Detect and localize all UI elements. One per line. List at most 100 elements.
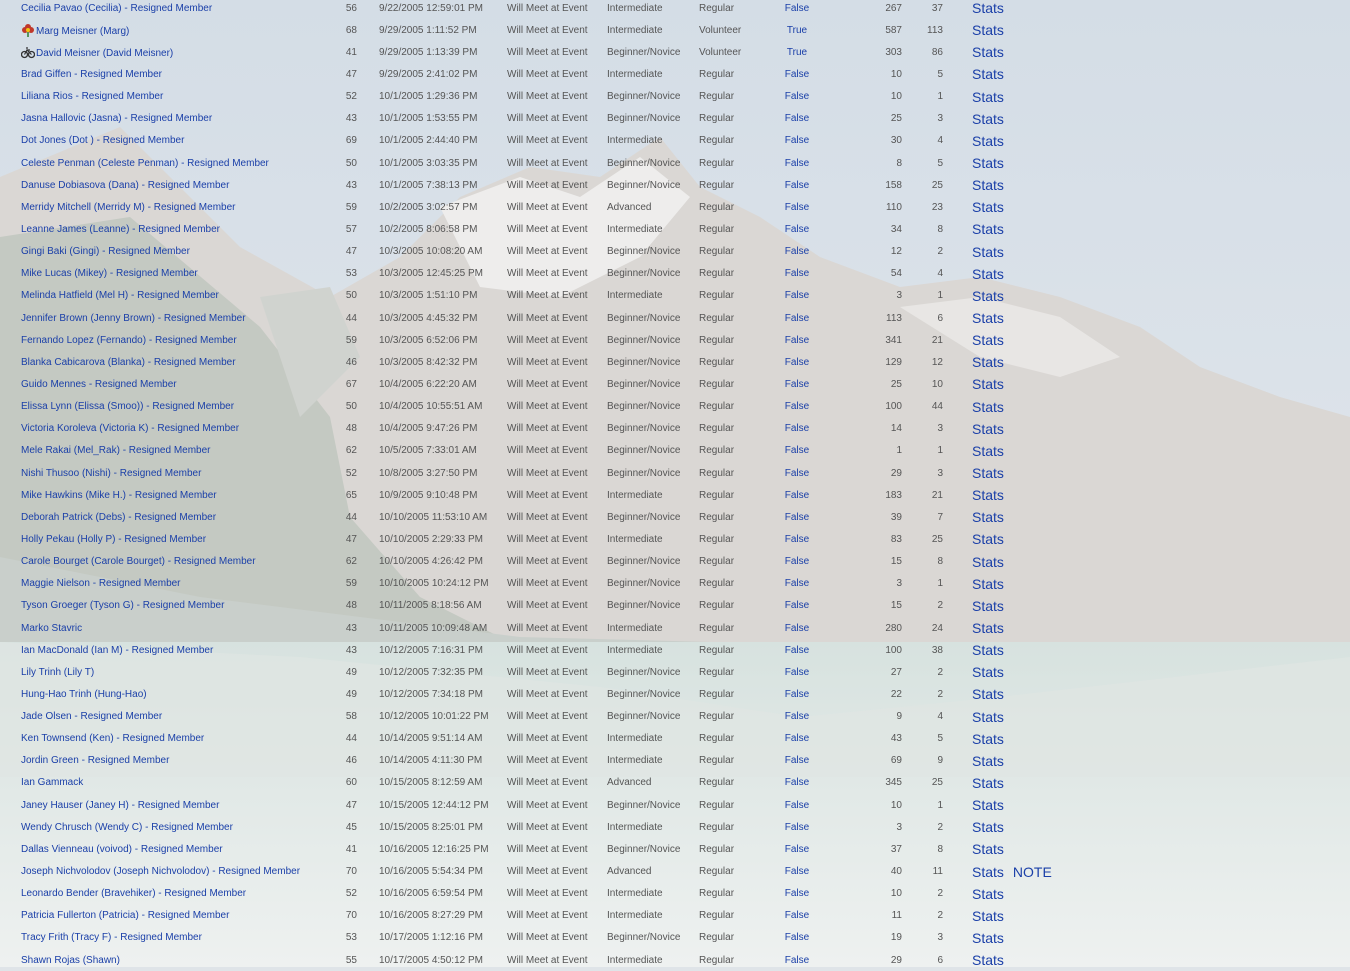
member-name-link[interactable]: Lily Trinh (Lily T): [21, 667, 94, 678]
member-name-link[interactable]: Jennifer Brown (Jenny Brown) - Resigned …: [21, 313, 246, 324]
stats-link[interactable]: Stats: [972, 952, 1004, 968]
member-name-link[interactable]: Victoria Koroleva (Victoria K) - Resigne…: [21, 423, 239, 434]
stats-link[interactable]: Stats: [972, 266, 1004, 282]
stats-link[interactable]: Stats: [972, 443, 1004, 459]
member-name-link[interactable]: Joseph Nichvolodov (Joseph Nichvolodov) …: [21, 866, 300, 877]
stats-link[interactable]: Stats: [972, 244, 1004, 260]
stats-link[interactable]: Stats: [972, 310, 1004, 326]
stats-link[interactable]: Stats: [972, 288, 1004, 304]
member-name-link[interactable]: Celeste Penman (Celeste Penman) - Resign…: [21, 158, 269, 169]
level-cell: Intermediate: [607, 489, 663, 501]
member-name-link[interactable]: Dallas Vienneau (voivod) - Resigned Memb…: [21, 844, 223, 855]
member-name-link[interactable]: Elissa Lynn (Elissa (Smoo)) - Resigned M…: [21, 401, 234, 412]
stats-link[interactable]: Stats: [972, 199, 1004, 215]
member-name-cell: Janey Hauser (Janey H) - Resigned Member: [0, 794, 323, 816]
status-cell: Regular: [699, 666, 735, 678]
member-name-link[interactable]: Shawn Rojas (Shawn): [21, 955, 120, 966]
member-name-link[interactable]: Mele Rakai (Mel_Rak) - Resigned Member: [21, 445, 211, 456]
member-name-link[interactable]: Tyson Groeger (Tyson G) - Resigned Membe…: [21, 600, 224, 611]
meet-cell: Will Meet at Event: [507, 843, 588, 855]
stats-link[interactable]: Stats: [972, 686, 1004, 702]
member-name-link[interactable]: Marko Stavric: [21, 623, 82, 634]
stats-link[interactable]: Stats: [972, 598, 1004, 614]
member-name-link[interactable]: Merridy Mitchell (Merridy M) - Resigned …: [21, 202, 235, 213]
stats-link[interactable]: Stats: [972, 399, 1004, 415]
stats-link[interactable]: Stats: [972, 487, 1004, 503]
stats-link[interactable]: Stats: [972, 44, 1004, 60]
stats-link[interactable]: Stats: [972, 886, 1004, 902]
stats-link[interactable]: Stats: [972, 376, 1004, 392]
member-name-link[interactable]: Cecilia Pavao (Cecilia) - Resigned Membe…: [21, 3, 212, 14]
member-name-link[interactable]: Wendy Chrusch (Wendy C) - Resigned Membe…: [21, 822, 233, 833]
stats-link[interactable]: Stats: [972, 332, 1004, 348]
stats-link[interactable]: Stats: [972, 89, 1004, 105]
stats-link[interactable]: Stats: [972, 111, 1004, 127]
n2-cell: 4: [937, 268, 943, 280]
stats-link[interactable]: Stats: [972, 664, 1004, 680]
member-name-link[interactable]: Ian MacDonald (Ian M) - Resigned Member: [21, 645, 213, 656]
meet-cell: Will Meet at Event: [507, 268, 588, 280]
member-name-link[interactable]: Nishi Thusoo (Nishi) - Resigned Member: [21, 468, 201, 479]
member-name-link[interactable]: Maggie Nielson - Resigned Member: [21, 578, 181, 589]
member-name-link[interactable]: Mike Lucas (Mikey) - Resigned Member: [21, 268, 198, 279]
member-name-link[interactable]: Carole Bourget (Carole Bourget) - Resign…: [21, 556, 256, 567]
member-name-link[interactable]: Danuse Dobiasova (Dana) - Resigned Membe…: [21, 180, 229, 191]
stats-link[interactable]: Stats: [972, 0, 1004, 16]
stats-link[interactable]: Stats: [972, 66, 1004, 82]
stats-link[interactable]: Stats: [972, 421, 1004, 437]
stats-link[interactable]: Stats: [972, 155, 1004, 171]
table-row: Liliana Rios - Resigned Member 52 10/1/200…: [0, 86, 1350, 108]
stats-link[interactable]: Stats: [972, 797, 1004, 813]
stats-link[interactable]: Stats: [972, 908, 1004, 924]
member-name-link[interactable]: Guido Mennes - Resigned Member: [21, 379, 177, 390]
stats-link[interactable]: Stats: [972, 930, 1004, 946]
member-name-link[interactable]: Gingi Baki (Gingi) - Resigned Member: [21, 246, 190, 257]
member-name-link[interactable]: Janey Hauser (Janey H) - Resigned Member: [21, 800, 219, 811]
member-name-link[interactable]: Jordin Green - Resigned Member: [21, 755, 169, 766]
stats-link[interactable]: Stats: [972, 731, 1004, 747]
stats-link[interactable]: Stats: [972, 133, 1004, 149]
member-name-link[interactable]: Jade Olsen - Resigned Member: [21, 711, 162, 722]
stats-link[interactable]: Stats: [972, 709, 1004, 725]
member-name-link[interactable]: David Meisner (David Meisner): [36, 48, 173, 59]
stats-link[interactable]: Stats: [972, 531, 1004, 547]
stats-link[interactable]: Stats: [972, 354, 1004, 370]
stats-link[interactable]: Stats: [972, 576, 1004, 592]
member-name-link[interactable]: Brad Giffen - Resigned Member: [21, 69, 162, 80]
member-name-link[interactable]: Jasna Hallovic (Jasna) - Resigned Member: [21, 113, 212, 124]
stats-link[interactable]: Stats: [972, 775, 1004, 791]
stats-link[interactable]: Stats: [972, 753, 1004, 769]
member-name-link[interactable]: Blanka Cabicarova (Blanka) - Resigned Me…: [21, 357, 236, 368]
stats-link[interactable]: Stats: [972, 864, 1004, 880]
member-name-link[interactable]: Leanne James (Leanne) - Resigned Member: [21, 224, 220, 235]
flag-cell: False: [784, 489, 810, 501]
meet-cell: Will Meet at Event: [507, 312, 588, 324]
stats-cell: Stats: [943, 750, 1350, 772]
member-name-link[interactable]: Holly Pekau (Holly P) - Resigned Member: [21, 534, 206, 545]
stats-link[interactable]: Stats: [972, 554, 1004, 570]
member-name-link[interactable]: Melinda Hatfield (Mel H) - Resigned Memb…: [21, 290, 219, 301]
stats-link[interactable]: Stats: [972, 819, 1004, 835]
stats-link[interactable]: Stats: [972, 642, 1004, 658]
stats-link[interactable]: Stats: [972, 620, 1004, 636]
stats-link[interactable]: Stats: [972, 465, 1004, 481]
member-name-link[interactable]: Hung-Hao Trinh (Hung-Hao): [21, 689, 147, 700]
member-name-link[interactable]: Patricia Fullerton (Patricia) - Resigned…: [21, 910, 229, 921]
member-name-link[interactable]: Tracy Frith (Tracy F) - Resigned Member: [21, 932, 202, 943]
member-name-link[interactable]: Deborah Patrick (Debs) - Resigned Member: [21, 512, 216, 523]
level-cell: Beginner/Novice: [607, 378, 681, 390]
stats-link[interactable]: Stats: [972, 177, 1004, 193]
stats-link[interactable]: Stats: [972, 221, 1004, 237]
stats-link[interactable]: Stats: [972, 509, 1004, 525]
member-name-link[interactable]: Mike Hawkins (Mike H.) - Resigned Member: [21, 490, 217, 501]
stats-link[interactable]: Stats: [972, 22, 1004, 38]
member-name-link[interactable]: Fernando Lopez (Fernando) - Resigned Mem…: [21, 335, 237, 346]
member-name-link[interactable]: Ian Gammack: [21, 777, 83, 788]
member-name-link[interactable]: Marg Meisner (Marg): [36, 26, 129, 37]
member-name-link[interactable]: Leonardo Bender (Bravehiker) - Resigned …: [21, 888, 246, 899]
stats-link[interactable]: Stats: [972, 841, 1004, 857]
n1-cell: 29: [890, 954, 902, 966]
member-name-link[interactable]: Dot Jones (Dot ) - Resigned Member: [21, 135, 184, 146]
member-name-link[interactable]: Liliana Rios - Resigned Member: [21, 91, 163, 102]
member-name-link[interactable]: Ken Townsend (Ken) - Resigned Member: [21, 733, 204, 744]
